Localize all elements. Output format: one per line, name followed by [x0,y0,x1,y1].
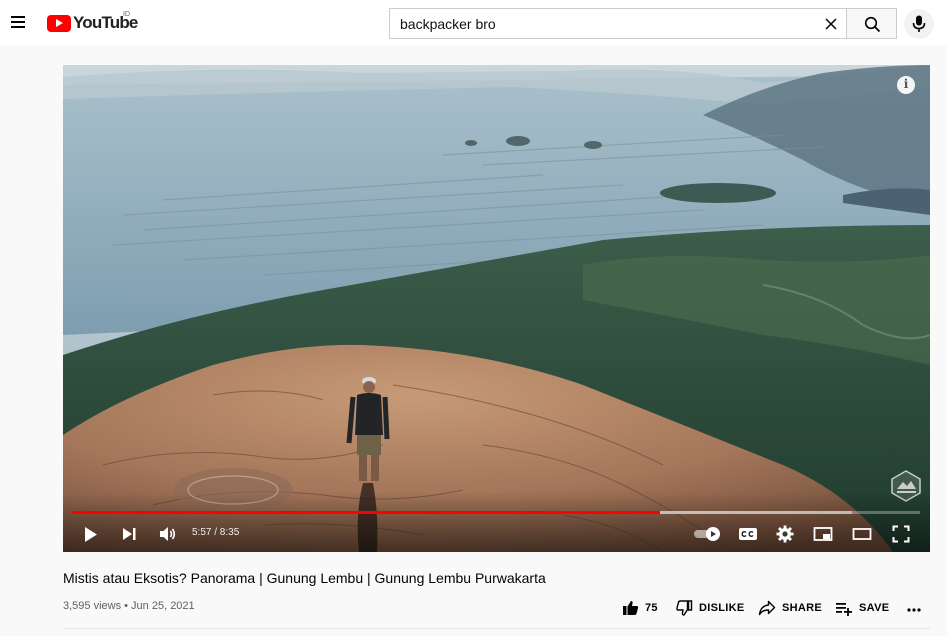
share-label: SHARE [782,602,823,614]
miniplayer-icon[interactable] [813,526,833,542]
video-player[interactable]: 5:57 / 8:35 [63,65,930,552]
theater-mode-icon[interactable] [852,526,872,542]
dislike-button[interactable]: DISLIKE [676,598,745,618]
play-icon[interactable] [83,526,99,543]
captions-icon[interactable] [738,526,758,542]
share-icon [758,600,776,616]
search-box [389,8,847,39]
like-count: 75 [645,602,658,614]
clear-search-icon[interactable] [823,16,839,32]
microphone-icon [912,15,926,32]
share-button[interactable]: SHARE [758,598,822,618]
search-input[interactable] [400,9,800,38]
masthead: YouTube ID [0,0,947,46]
volume-icon[interactable] [158,525,176,543]
search-icon [864,16,881,33]
video-frame [63,65,930,552]
playlist-add-icon [836,603,852,616]
divider [63,628,930,629]
progress-played [72,511,660,514]
fullscreen-icon[interactable] [892,525,910,543]
save-button[interactable]: SAVE [835,598,889,618]
info-icon[interactable] [897,76,915,94]
thumbs-down-icon [676,600,693,616]
like-button[interactable]: 75 [622,598,658,618]
save-label: SAVE [859,602,890,614]
gear-icon[interactable] [776,525,794,543]
voice-search-button[interactable] [904,9,934,39]
next-icon[interactable] [121,526,137,542]
video-meta: 3,595 views • Jun 25, 2021 [63,600,195,612]
search-button[interactable] [846,8,897,39]
controls-shade [63,492,930,552]
autoplay-toggle-icon[interactable] [693,526,723,542]
region-code: ID [123,11,130,18]
youtube-logo-icon [47,14,71,32]
thumbs-up-icon [623,601,639,615]
video-title: Mistis atau Eksotis? Panorama | Gunung L… [63,570,546,586]
dislike-label: DISLIKE [699,602,745,614]
time-display: 5:57 / 8:35 [192,527,240,538]
more-icon [907,608,921,612]
hamburger-icon[interactable] [8,10,32,34]
progress-bar[interactable] [72,511,920,514]
more-actions-button[interactable] [906,598,928,618]
